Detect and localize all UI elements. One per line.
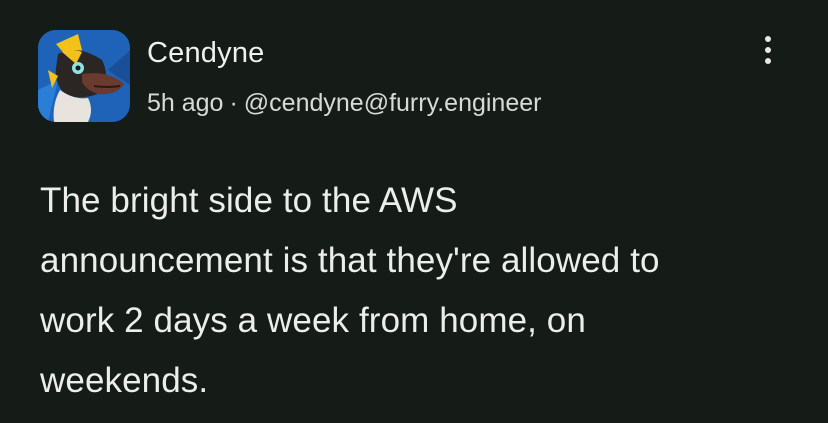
author-display-name[interactable]: Cendyne xyxy=(147,37,265,70)
more-options-button[interactable] xyxy=(752,30,784,70)
meta-separator: · xyxy=(229,89,238,117)
author-handle[interactable]: @cendyne@furry.engineer xyxy=(244,89,542,117)
post-body: The bright side to the AWS announcement … xyxy=(40,171,800,411)
post-card: Cendyne 5h ago · @cendyne@furry.engineer T… xyxy=(0,0,828,423)
post-body-line: announcement is that they're allowed to xyxy=(40,241,660,280)
vertical-ellipsis-icon xyxy=(765,36,771,64)
dragon-avatar-icon xyxy=(38,30,130,122)
post-body-line: work 2 days a week from home, on xyxy=(40,301,586,340)
post-body-line: The bright side to the AWS xyxy=(40,181,458,220)
post-meta: 5h ago · @cendyne@furry.engineer xyxy=(147,89,541,118)
author-avatar[interactable] xyxy=(38,30,130,122)
post-body-line: weekends. xyxy=(40,361,209,400)
post-timestamp[interactable]: 5h ago xyxy=(147,89,223,117)
